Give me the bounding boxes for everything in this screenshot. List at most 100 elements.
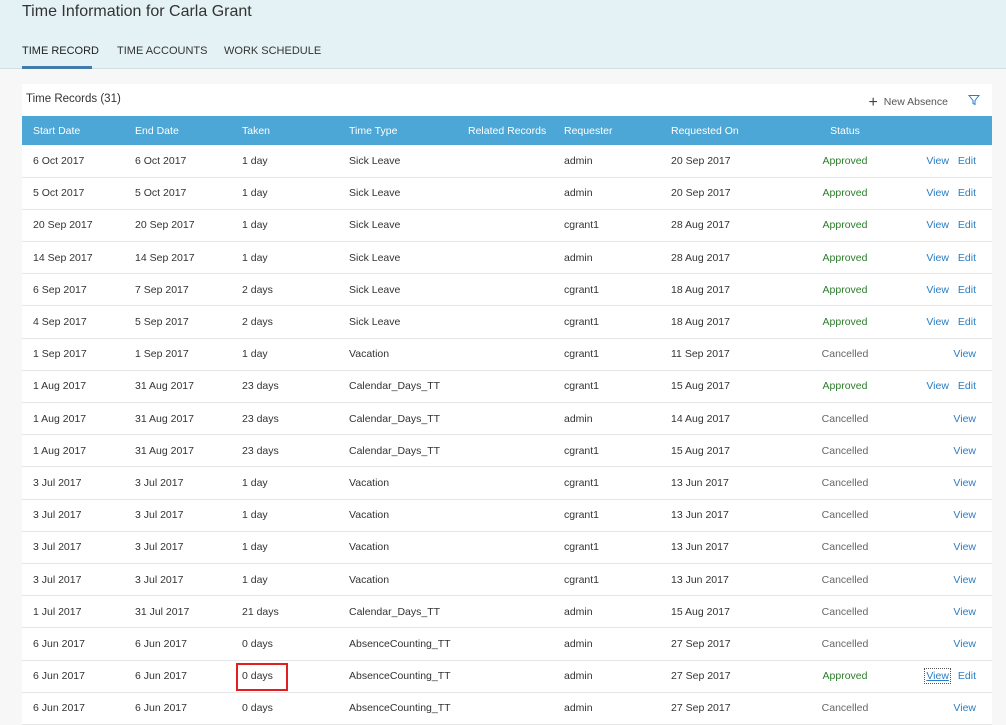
column-header-start-date[interactable]: Start Date xyxy=(22,116,124,145)
view-link[interactable]: View xyxy=(953,541,976,553)
table-row[interactable]: 3 Jul 2017 3 Jul 2017 1 day Vacation cgrant1… xyxy=(22,531,992,564)
filter-icon[interactable] xyxy=(968,94,980,106)
edit-link[interactable]: Edit xyxy=(958,219,976,231)
table-row[interactable]: 1 Aug 2017 31 Aug 2017 23 days Calendar_Day… xyxy=(22,370,992,403)
view-link[interactable]: View xyxy=(926,316,949,328)
cell-requested-on: 15 Aug 2017 xyxy=(671,380,730,393)
cell-requested-on: 28 Aug 2017 xyxy=(671,219,730,232)
cell-start-date: 3 Jul 2017 xyxy=(33,509,82,522)
table-row[interactable]: 3 Jul 2017 3 Jul 2017 1 day Vacation cgrant1… xyxy=(22,499,992,532)
table-header-row: Start Date End Date Taken Time Type Rela… xyxy=(22,116,992,145)
cell-end-date: 20 Sep 2017 xyxy=(135,219,195,232)
cell-taken: 1 day xyxy=(242,476,268,489)
tab-time-accounts[interactable]: TIME ACCOUNTS xyxy=(117,45,207,57)
view-link[interactable]: View xyxy=(953,413,976,425)
table-row[interactable]: 6 Oct 2017 6 Oct 2017 1 day Sick Leave admin… xyxy=(22,145,992,178)
edit-link[interactable]: Edit xyxy=(958,252,976,264)
cell-related-records xyxy=(457,692,553,724)
cell-start-date: 6 Jun 2017 xyxy=(33,702,85,715)
table-row[interactable]: 20 Sep 2017 20 Sep 2017 1 day Sick Leave cgr… xyxy=(22,209,992,242)
view-link[interactable]: View xyxy=(926,380,949,392)
view-link[interactable]: View xyxy=(953,574,976,586)
table-row[interactable]: 3 Jul 2017 3 Jul 2017 1 day Vacation cgrant1… xyxy=(22,563,992,596)
records-title: Time Records (31) xyxy=(26,93,121,105)
view-link[interactable]: View xyxy=(926,252,949,264)
cell-requester: admin xyxy=(564,605,593,618)
cell-related-records xyxy=(457,660,553,692)
column-header-time-type[interactable]: Time Type xyxy=(338,116,457,145)
edit-link[interactable]: Edit xyxy=(958,155,976,167)
cell-end-date: 14 Sep 2017 xyxy=(135,251,195,264)
cell-start-date: 1 Aug 2017 xyxy=(33,412,87,425)
cell-taken: 23 days xyxy=(242,412,279,425)
column-header-taken[interactable]: Taken xyxy=(231,116,338,145)
view-link[interactable]: View xyxy=(953,445,976,457)
table-row[interactable]: 3 Jul 2017 3 Jul 2017 1 day Vacation cgrant1… xyxy=(22,467,992,500)
view-link[interactable]: View xyxy=(953,606,976,618)
table-row[interactable]: 6 Jun 2017 6 Jun 2017 0 days AbsenceCountin… xyxy=(22,660,992,693)
column-header-end-date[interactable]: End Date xyxy=(124,116,231,145)
view-link[interactable]: View xyxy=(953,348,976,360)
edit-link[interactable]: Edit xyxy=(958,316,976,328)
cell-requester: cgrant1 xyxy=(564,509,600,522)
table-row[interactable]: 14 Sep 2017 14 Sep 2017 1 day Sick Leave adm… xyxy=(22,242,992,274)
edit-link[interactable]: Edit xyxy=(958,187,976,199)
cell-status: Approved xyxy=(822,251,868,264)
table-row[interactable]: 6 Jun 2017 6 Jun 2017 0 days AbsenceCountin… xyxy=(22,628,992,660)
cell-taken: 2 days xyxy=(242,316,273,329)
table-row[interactable]: 1 Aug 2017 31 Aug 2017 23 days Calendar_Day… xyxy=(22,403,992,435)
cell-taken: 1 day xyxy=(242,219,268,232)
view-link[interactable]: View xyxy=(926,219,949,231)
cell-requester: cgrant1 xyxy=(564,348,600,361)
edit-link[interactable]: Edit xyxy=(958,380,976,392)
cell-actions: View xyxy=(894,499,992,531)
cell-status: Cancelled xyxy=(821,509,869,522)
view-link[interactable]: View xyxy=(926,284,949,296)
table-row[interactable]: 6 Jun 2017 6 Jun 2017 0 days AbsenceCountin… xyxy=(22,692,992,725)
cell-requested-on: 13 Jun 2017 xyxy=(671,509,729,522)
new-absence-button[interactable]: + New Absence xyxy=(868,92,948,111)
cell-start-date: 1 Sep 2017 xyxy=(33,348,87,361)
cell-end-date: 5 Oct 2017 xyxy=(135,187,187,200)
tab-time-record[interactable]: TIME RECORD xyxy=(22,45,99,57)
column-header-related-records[interactable]: Related Records xyxy=(457,116,553,145)
table-row[interactable]: 6 Sep 2017 7 Sep 2017 2 days Sick Leave cgra… xyxy=(22,274,992,306)
cell-requester: admin xyxy=(564,412,593,425)
cell-start-date: 6 Jun 2017 xyxy=(33,637,85,650)
view-link[interactable]: View xyxy=(953,509,976,521)
table-row[interactable]: 1 Sep 2017 1 Sep 2017 1 day Vacation cgrant1… xyxy=(22,338,992,371)
cell-actions: View Edit xyxy=(894,370,992,402)
cell-requester: cgrant1 xyxy=(564,573,600,586)
view-link[interactable]: View xyxy=(953,702,976,714)
cell-status: Cancelled xyxy=(821,412,869,425)
cell-start-date: 3 Jul 2017 xyxy=(33,541,82,554)
view-link[interactable]: View xyxy=(924,668,951,685)
cell-status: Cancelled xyxy=(821,605,869,618)
cell-requester: admin xyxy=(564,670,593,683)
table-row[interactable]: 5 Oct 2017 5 Oct 2017 1 day Sick Leave admin… xyxy=(22,177,992,210)
page-header: Time Information for Carla Grant TIME RE… xyxy=(0,0,1006,69)
table-row[interactable]: 1 Aug 2017 31 Aug 2017 23 days Calendar_Day… xyxy=(22,435,992,467)
view-link[interactable]: View xyxy=(953,638,976,650)
cell-time-type: Vacation xyxy=(349,573,390,586)
table-row[interactable]: 1 Jul 2017 31 Jul 2017 21 days Calendar_Day… xyxy=(22,596,992,628)
cell-taken: 1 day xyxy=(242,154,268,167)
edit-link[interactable]: Edit xyxy=(958,670,976,682)
cell-actions: View xyxy=(894,467,992,499)
cell-actions: View xyxy=(894,338,992,370)
cell-status: Cancelled xyxy=(821,541,869,554)
column-header-status[interactable]: Status xyxy=(796,116,894,145)
new-absence-label: New Absence xyxy=(883,96,948,108)
column-header-requester[interactable]: Requester xyxy=(553,116,660,145)
table-row[interactable]: 4 Sep 2017 5 Sep 2017 2 days Sick Leave cgra… xyxy=(22,306,992,339)
column-header-requested-on[interactable]: Requested On xyxy=(660,116,796,145)
cell-status: Approved xyxy=(822,380,868,393)
cell-requested-on: 27 Sep 2017 xyxy=(671,702,731,715)
cell-status: Approved xyxy=(822,316,868,329)
view-link[interactable]: View xyxy=(953,477,976,489)
edit-link[interactable]: Edit xyxy=(958,284,976,296)
view-link[interactable]: View xyxy=(926,187,949,199)
view-link[interactable]: View xyxy=(926,155,949,167)
tab-work-schedule[interactable]: WORK SCHEDULE xyxy=(224,45,321,57)
cell-time-type: Calendar_Days_TT xyxy=(349,444,441,457)
